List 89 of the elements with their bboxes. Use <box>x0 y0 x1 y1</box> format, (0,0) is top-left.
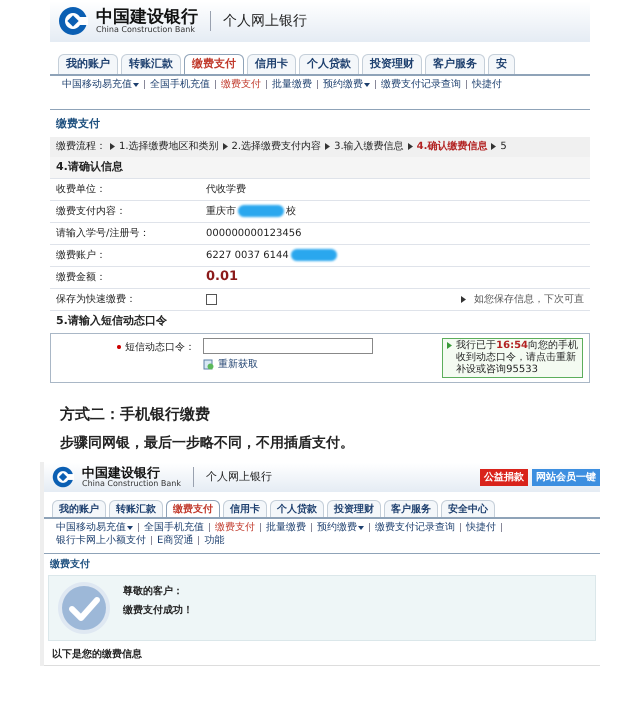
nav-tab[interactable]: 缴费支付 <box>166 500 220 517</box>
section-heading: 以下是您的缴费信息 <box>44 641 600 666</box>
bank-logo-icon <box>52 466 74 488</box>
page-title: 缴费支付 <box>54 116 101 132</box>
field-label: 短信动态口令： <box>125 340 195 354</box>
bank-english-name: China Construction Bank <box>96 26 195 34</box>
section-heading: 5.请输入短信动态口令 <box>56 313 167 330</box>
steps-label: 缴费流程： <box>56 140 106 154</box>
method-description: 步骤同网银，最后一步略不同，不用插盾支付。 <box>60 434 355 453</box>
hint-text: 如您保存信息，下次可直 <box>474 292 584 306</box>
section-heading: 4.请确认信息 <box>56 158 123 175</box>
subnav-link[interactable]: 预约缴费 <box>323 78 370 91</box>
field-value: 重庆市 <box>206 204 236 218</box>
step-arrow-icon <box>110 143 115 150</box>
subnav-link[interactable]: 批量缴费 <box>266 521 306 534</box>
nav-tab[interactable]: 缴费支付 <box>184 54 244 74</box>
subnav-link[interactable]: 预约缴费 <box>317 521 364 534</box>
checkmark-icon <box>57 581 111 635</box>
subnav-link[interactable]: 功能 <box>204 534 224 547</box>
bank-name: 中国建设银行 <box>82 466 161 480</box>
nav-tab[interactable]: 我的账户 <box>58 54 118 74</box>
subnav-link[interactable]: 中国移动易充值 <box>62 78 139 91</box>
step-arrow-icon <box>325 143 330 150</box>
bank-english-name: China Construction Bank <box>82 480 181 488</box>
field-value: 6227 0037 6144 <box>206 248 289 262</box>
field-label: 缴费账户： <box>56 248 107 262</box>
field-value: 校 <box>286 204 296 218</box>
method-title: 方式二：手机银行缴费 <box>60 404 211 424</box>
nav-tab[interactable]: 个人贷款 <box>270 500 324 517</box>
field-label: 请输入学号/注册号： <box>56 226 150 240</box>
subnav-link[interactable]: 缴费支付记录查询 <box>381 78 461 91</box>
step-arrow-icon <box>222 143 228 150</box>
field-label: 缴费支付内容： <box>56 204 127 218</box>
tip-text: 补设或咨询95533 <box>456 364 539 376</box>
subnav-link[interactable]: E商贸通 <box>157 534 194 547</box>
subnav-link[interactable]: 缴费支付 <box>215 521 255 534</box>
step-arrow-icon <box>461 296 466 302</box>
nav-tab[interactable]: 转账汇款 <box>121 54 181 74</box>
nav-tab[interactable]: 投资理财 <box>362 54 422 74</box>
amount-value: 0.01 <box>206 268 238 286</box>
subnav-link[interactable]: 中国移动易充值 <box>56 521 133 534</box>
step-item: 4.确认缴费信息 <box>416 140 488 154</box>
field-label: 缴费金额： <box>56 270 107 284</box>
field-value: 代收学费 <box>206 182 246 196</box>
subnav-link[interactable]: 快捷付 <box>472 78 502 91</box>
blur-mask <box>290 249 337 261</box>
bank-name: 中国建设银行 <box>96 8 198 26</box>
subnav-link[interactable]: 全国手机充值 <box>144 521 204 534</box>
blur-mask <box>238 205 284 217</box>
nav-tab[interactable]: 投资理财 <box>327 500 381 517</box>
checkbox[interactable] <box>206 294 217 304</box>
product-name: 个人网上银行 <box>206 468 272 485</box>
bank-logo-icon <box>58 6 88 36</box>
step-arrow-icon <box>408 143 413 150</box>
field-label: 保存为快速缴费： <box>56 292 137 306</box>
otp-input-field[interactable] <box>203 338 373 354</box>
subnav-link[interactable]: 缴费支付 <box>221 78 261 91</box>
nav-tab[interactable]: 安全中心 <box>441 500 495 517</box>
step-arrow-icon <box>491 143 496 150</box>
page-title: 缴费支付 <box>48 558 91 572</box>
success-text: 尊敬的客户： <box>123 584 184 599</box>
subnav-link[interactable]: 银行卡网上小额支付 <box>56 534 146 547</box>
nav-tab[interactable]: 我的账户 <box>52 500 106 517</box>
tip-text: 我行已于16:54向您的手机 <box>456 340 578 352</box>
nav-tab[interactable]: 客户服务 <box>384 500 438 517</box>
subnav-link[interactable]: 批量缴费 <box>272 78 312 91</box>
nav-tab[interactable]: 客户服务 <box>425 54 485 74</box>
nav-tab[interactable]: 信用卡 <box>247 54 296 74</box>
tip-arrow-icon <box>447 342 452 348</box>
refresh-link[interactable]: 重新获取 <box>203 356 373 372</box>
nav-tab[interactable]: 信用卡 <box>223 500 267 517</box>
promo-badge[interactable]: 公益捐款 <box>480 468 528 486</box>
nav-tab[interactable]: 转账汇款 <box>109 500 163 517</box>
field-value: 000000000123456 <box>206 226 302 240</box>
step-item: 2.选择缴费支付内容 <box>232 140 322 154</box>
tip-text: 收到动态口令，请点击重新 <box>456 352 578 364</box>
required-mark-icon <box>117 344 121 348</box>
product-name: 个人网上银行 <box>223 12 307 30</box>
step-item: 3.输入缴费信息 <box>334 140 404 154</box>
success-text: 缴费支付成功！ <box>123 604 193 618</box>
nav-tab[interactable]: 安 <box>488 54 515 74</box>
subnav-link[interactable]: 缴费支付记录查询 <box>375 521 455 534</box>
refresh-icon <box>203 358 214 370</box>
subnav-link[interactable]: 快捷付 <box>466 521 496 534</box>
step-item: 5 <box>500 140 507 154</box>
field-label: 收费单位： <box>56 182 107 196</box>
step-item: 1.选择缴费地区和类别 <box>119 140 219 154</box>
subnav-link[interactable]: 全国手机充值 <box>150 78 210 91</box>
nav-tab[interactable]: 个人贷款 <box>299 54 359 74</box>
